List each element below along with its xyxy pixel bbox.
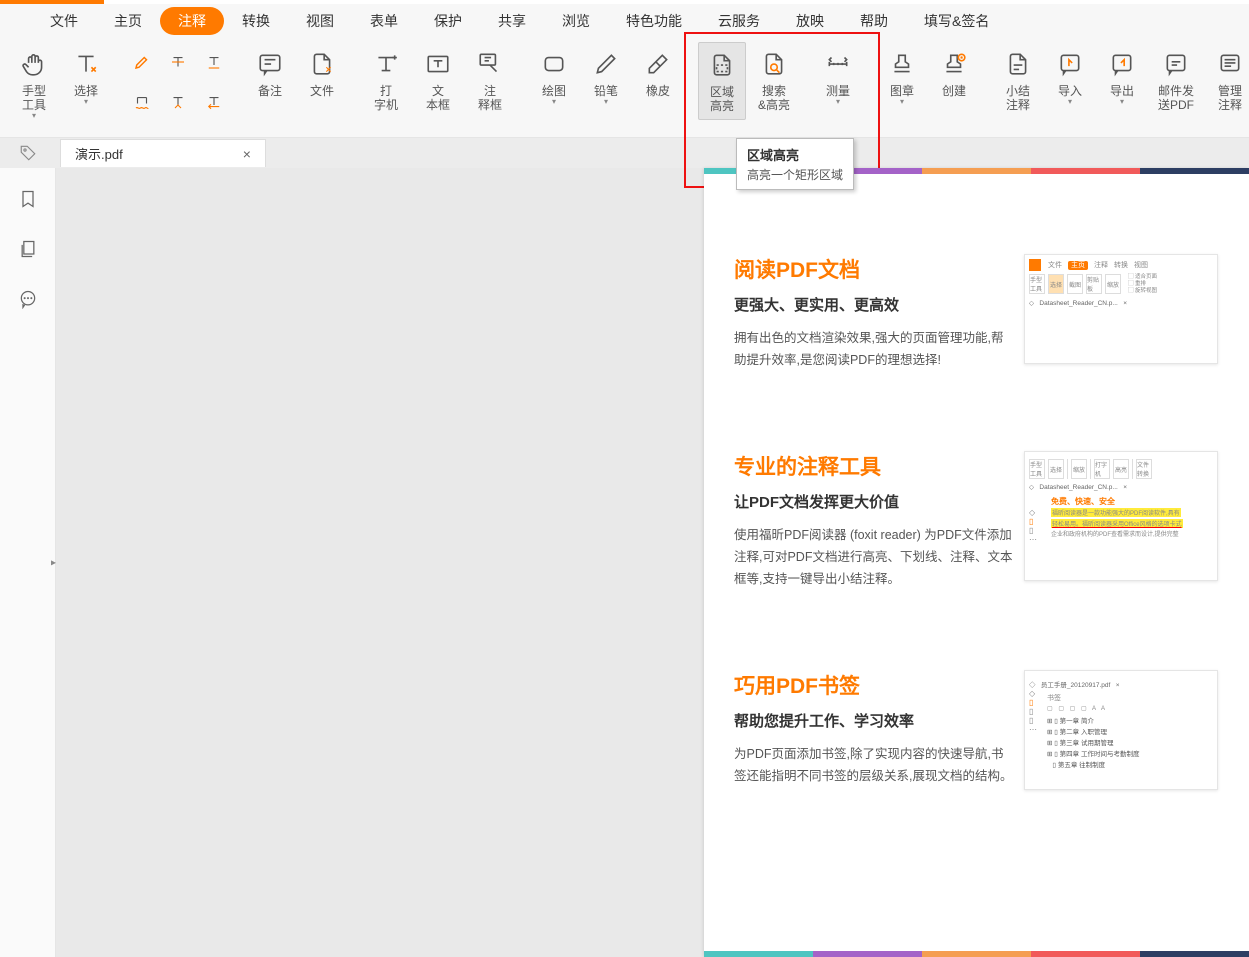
section3-subheading: 帮助您提升工作、学习效率 (734, 710, 1014, 731)
document-tab[interactable]: 演示.pdf × (60, 139, 266, 167)
menu-features[interactable]: 特色功能 (608, 7, 700, 35)
blank-page (56, 168, 704, 957)
section2-heading: 专业的注释工具 (734, 451, 1014, 481)
caret-insert-icon[interactable] (164, 90, 192, 114)
pencil-button[interactable]: 铅笔 (582, 42, 630, 104)
highlight-icon[interactable] (128, 50, 156, 74)
pencil-icon (590, 48, 622, 80)
underline-icon[interactable] (200, 50, 228, 74)
section1-paragraph: 拥有出色的文档渲染效果,强大的页面管理功能,帮助提升效率,是您阅读PDF的理想选… (734, 327, 1014, 371)
eraser-icon (642, 48, 674, 80)
stamp-icon (886, 48, 918, 80)
tab-filename: 演示.pdf (75, 144, 123, 163)
manage-icon (1214, 48, 1246, 80)
email-icon (1160, 48, 1192, 80)
note-button[interactable]: 备注 (246, 42, 294, 104)
menu-annotate[interactable]: 注释 (160, 7, 224, 35)
menu-help[interactable]: 帮助 (842, 7, 906, 35)
summary-icon (1002, 48, 1034, 80)
menu-view[interactable]: 视图 (288, 7, 352, 35)
ribbon: 手型 工具 选择 备注 文件 打 字机 文 本框 注 释框 绘图 (0, 38, 1249, 138)
manage-annot-button[interactable]: 管理 注释 (1206, 42, 1249, 118)
area-highlight-button[interactable]: 区域 高亮 (698, 42, 746, 120)
eraser-button[interactable]: 橡皮 (634, 42, 682, 104)
tag-icon[interactable] (19, 144, 37, 162)
typewriter-icon (370, 48, 402, 80)
menu-file[interactable]: 文件 (32, 7, 96, 35)
section1-heading: 阅读PDF文档 (734, 254, 1014, 284)
textbox-button[interactable]: 文 本框 (414, 42, 462, 118)
summary-button[interactable]: 小结 注释 (994, 42, 1042, 118)
typewriter-button[interactable]: 打 字机 (362, 42, 410, 118)
menu-cloud[interactable]: 云服务 (700, 7, 778, 35)
callout-icon (474, 48, 506, 80)
import-icon (1054, 48, 1086, 80)
menu-form[interactable]: 表单 (352, 7, 416, 35)
close-icon[interactable]: × (243, 146, 251, 162)
content-page: 阅读PDF文档 更强大、更实用、更高效 拥有出色的文档渲染效果,强大的页面管理功… (704, 168, 1249, 957)
callout-button[interactable]: 注 释框 (466, 42, 514, 118)
export-icon (1106, 48, 1138, 80)
tab-bar: 演示.pdf × (0, 138, 1249, 168)
rectangle-icon (538, 48, 570, 80)
section1-thumbnail: 文件主页注释转换视图 手型 工具选择截图剪贴 板缩放 ▢ 适合页面 ▢ 重排 ▢… (1024, 254, 1218, 364)
pages-icon[interactable] (13, 234, 43, 264)
section3-heading: 巧用PDF书签 (734, 670, 1014, 700)
file-attach-button[interactable]: 文件 (298, 42, 346, 104)
create-stamp-icon (938, 48, 970, 80)
menu-convert[interactable]: 转换 (224, 7, 288, 35)
draw-button[interactable]: 绘图 (530, 42, 578, 104)
section3-paragraph: 为PDF页面添加书签,除了实现内容的快速导航,书签还能指明不同书签的层级关系,展… (734, 743, 1014, 787)
ruler-icon (822, 48, 854, 80)
menu-protect[interactable]: 保护 (416, 7, 480, 35)
tooltip-description: 高亮一个矩形区域 (747, 166, 843, 183)
expand-sidebar-icon[interactable]: ▸ (51, 557, 56, 568)
menu-play[interactable]: 放映 (778, 7, 842, 35)
comments-icon[interactable] (13, 284, 43, 314)
create-stamp-button[interactable]: 创建 (930, 42, 978, 104)
email-pdf-button[interactable]: 邮件发 送PDF (1150, 42, 1202, 118)
sidebar: ▸ (0, 168, 56, 957)
menu-home[interactable]: 主页 (96, 7, 160, 35)
section2-thumbnail: 手型 工具选择缩放打字机高亮文件 转换 ◇ Datasheet_Reader_C… (1024, 451, 1218, 581)
menu-share[interactable]: 共享 (480, 7, 544, 35)
search-highlight-button[interactable]: 搜索 &高亮 (750, 42, 798, 118)
color-stripe-bottom (704, 951, 1249, 957)
file-attach-icon (306, 48, 338, 80)
section2-subheading: 让PDF文档发挥更大价值 (734, 491, 1014, 512)
section2-paragraph: 使用福昕PDF阅读器 (foxit reader) 为PDF文件添加注释,可对P… (734, 524, 1014, 590)
measure-button[interactable]: 测量 (814, 42, 862, 104)
replace-text-icon[interactable] (200, 90, 228, 114)
section1-subheading: 更强大、更实用、更高效 (734, 294, 1014, 315)
bookmark-icon[interactable] (13, 184, 43, 214)
underline-wave-icon[interactable] (128, 90, 156, 114)
menu-browse[interactable]: 浏览 (544, 7, 608, 35)
strikethrough-icon[interactable] (164, 50, 192, 74)
document-view[interactable]: 阅读PDF文档 更强大、更实用、更高效 拥有出色的文档渲染效果,强大的页面管理功… (56, 168, 1249, 957)
menu-fillsign[interactable]: 填写&签名 (906, 7, 1007, 35)
stamp-button[interactable]: 图章 (878, 42, 926, 104)
select-text-icon (70, 48, 102, 80)
search-highlight-icon (758, 48, 790, 80)
import-button[interactable]: 导入 (1046, 42, 1094, 104)
hand-icon (18, 48, 50, 80)
export-button[interactable]: 导出 (1098, 42, 1146, 104)
tooltip: 区域高亮 高亮一个矩形区域 (736, 138, 854, 190)
textbox-icon (422, 48, 454, 80)
menu-bar: 文件 主页 注释 转换 视图 表单 保护 共享 浏览 特色功能 云服务 放映 帮… (0, 4, 1249, 38)
tooltip-title: 区域高亮 (747, 145, 843, 164)
area-highlight-icon (706, 49, 738, 81)
note-icon (254, 48, 286, 80)
section3-thumbnail: ◇ 员工手册_20120917.pdf × 书签 ▢ ▢ ▢ ▢ A A ⊞ ▯… (1024, 670, 1218, 790)
hand-tool-button[interactable]: 手型 工具 (10, 42, 58, 118)
select-button[interactable]: 选择 (62, 42, 110, 104)
